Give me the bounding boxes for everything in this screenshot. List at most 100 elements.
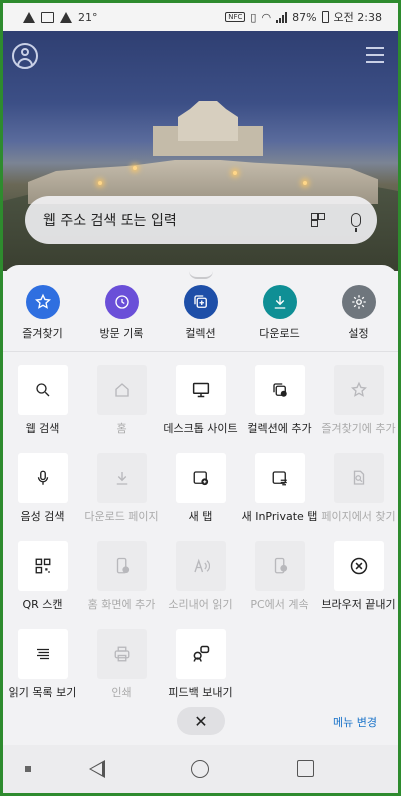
recent-apps-icon[interactable] [297, 760, 314, 777]
temperature: 21° [78, 10, 98, 24]
menu-download-page: 다운로드 페이지 [82, 453, 161, 524]
search-icon [17, 365, 68, 415]
menu-label: 새 InPrivate 탭 [241, 510, 318, 523]
signal-icon [276, 11, 288, 23]
desktop-icon [175, 365, 226, 415]
quick-actions: 즐겨찾기 방문 기록 컬렉션 다운로드 설정 [3, 285, 398, 351]
wifi-icon: ◠ [261, 10, 272, 24]
menu-label: 인쇄 [111, 686, 132, 699]
clock: 오전 2:38 [333, 11, 382, 24]
menu-reading-list[interactable]: 읽기 목록 보기 [3, 629, 82, 700]
menu-add-favorite: 즐겨찾기에 추가 [319, 365, 398, 436]
mic-icon [17, 453, 68, 503]
quick-downloads[interactable]: 다운로드 [240, 285, 319, 351]
menu-label: 홈 [116, 422, 127, 435]
profile-avatar-icon[interactable] [12, 43, 38, 69]
quick-favorites[interactable]: 즐겨찾기 [3, 285, 82, 351]
menu-qr-scan[interactable]: QR 스캔 [3, 541, 82, 612]
menu-sheet: 즐겨찾기 방문 기록 컬렉션 다운로드 설정 웹 검색 홈 데스크톱 사이트 컬… [3, 265, 398, 745]
menu-add-home-screen: 홈 화면에 추가 [82, 541, 161, 612]
status-bar: 21° NFC ▯ ◠ 87% 오전 2:38 [3, 3, 398, 31]
home-icon [96, 365, 147, 415]
quick-settings[interactable]: 설정 [319, 285, 398, 351]
quick-label: 설정 [348, 327, 369, 340]
download-page-icon [96, 453, 147, 503]
home-nav-icon[interactable] [191, 760, 209, 778]
nav-indicator-icon [25, 766, 31, 772]
add-home-screen-icon [96, 541, 147, 591]
menu-new-tab[interactable]: 새 탭 [161, 453, 240, 524]
voice-search-icon[interactable] [351, 213, 361, 232]
menu-home: 홈 [82, 365, 161, 436]
menu-label: 소리내어 읽기 [168, 598, 233, 611]
menu-continue-on-pc: PC에서 계속 [240, 541, 319, 612]
menu-desktop-site[interactable]: 데스크톱 사이트 [161, 365, 240, 436]
warning-icon [23, 11, 35, 23]
warning-icon [60, 11, 72, 23]
gear-icon [341, 285, 376, 319]
menu-print: 인쇄 [82, 629, 161, 700]
image-icon [41, 11, 54, 23]
qr-icon [17, 541, 68, 591]
hamburger-menu-icon[interactable] [366, 47, 384, 63]
battery-icon [321, 11, 329, 23]
system-nav-bar [3, 745, 398, 793]
download-icon [262, 285, 297, 319]
qr-scan-icon[interactable] [311, 213, 325, 227]
continue-pc-icon [254, 541, 305, 591]
menu-label: QR 스캔 [22, 598, 63, 611]
menu-find-in-page: 페이지에서 찾기 [319, 453, 398, 524]
menu-label: 홈 화면에 추가 [87, 598, 156, 611]
phone-frame: 21° NFC ▯ ◠ 87% 오전 2:38 웹 주소 검색 또는 입력 즐겨… [0, 0, 401, 796]
nfc-icon: NFC [225, 12, 246, 22]
quick-label: 방문 기록 [99, 327, 144, 340]
quick-label: 다운로드 [259, 327, 300, 340]
menu-label: 새 탭 [188, 510, 213, 523]
history-icon [104, 285, 139, 319]
search-input[interactable]: 웹 주소 검색 또는 입력 [43, 210, 311, 230]
inprivate-tab-icon [254, 453, 305, 503]
menu-label: 브라우저 끝내기 [321, 598, 396, 611]
menu-inprivate-tab[interactable]: 새 InPrivate 탭 [240, 453, 319, 524]
quick-label: 즐겨찾기 [22, 327, 63, 340]
read-aloud-icon [175, 541, 226, 591]
menu-label: 즐겨찾기에 추가 [321, 422, 396, 435]
vibrate-icon: ▯ [250, 10, 257, 24]
divider [3, 351, 398, 352]
reading-list-icon [17, 629, 68, 679]
menu-exit-browser[interactable]: 브라우저 끝내기 [319, 541, 398, 612]
menu-label: 페이지에서 찾기 [321, 510, 396, 523]
quick-collections[interactable]: 컬렉션 [161, 285, 240, 351]
menu-label: 데스크톱 사이트 [163, 422, 238, 435]
menu-label: 읽기 목록 보기 [8, 686, 77, 699]
quick-label: 컬렉션 [185, 327, 216, 340]
add-to-collection-icon [254, 365, 305, 415]
back-icon[interactable] [89, 760, 105, 778]
quick-history[interactable]: 방문 기록 [82, 285, 161, 351]
menu-label: 피드백 보내기 [168, 686, 233, 699]
background-image: 웹 주소 검색 또는 입력 [3, 31, 398, 271]
menu-change-link[interactable]: 메뉴 변경 [333, 714, 377, 730]
new-tab-icon [175, 453, 226, 503]
menu-label: 다운로드 페이지 [84, 510, 159, 523]
exit-icon [333, 541, 384, 591]
feedback-icon [175, 629, 226, 679]
add-favorite-icon [333, 365, 384, 415]
print-icon [96, 629, 147, 679]
find-in-page-icon [333, 453, 384, 503]
menu-send-feedback[interactable]: 피드백 보내기 [161, 629, 240, 700]
close-icon: ✕ [194, 711, 208, 731]
menu-add-to-collection[interactable]: 컬렉션에 추가 [240, 365, 319, 436]
menu-label: 음성 검색 [20, 510, 65, 523]
menu-read-aloud: 소리내어 읽기 [161, 541, 240, 612]
collections-icon [183, 285, 218, 319]
sheet-handle[interactable] [189, 271, 213, 279]
menu-web-search[interactable]: 웹 검색 [3, 365, 82, 436]
star-icon [25, 285, 60, 319]
menu-label: 컬렉션에 추가 [247, 422, 312, 435]
menu-label: PC에서 계속 [250, 598, 309, 611]
battery-level: 87% [292, 10, 317, 24]
search-bar[interactable]: 웹 주소 검색 또는 입력 [25, 196, 377, 244]
close-menu-button[interactable]: ✕ [177, 707, 225, 735]
menu-voice-search[interactable]: 음성 검색 [3, 453, 82, 524]
